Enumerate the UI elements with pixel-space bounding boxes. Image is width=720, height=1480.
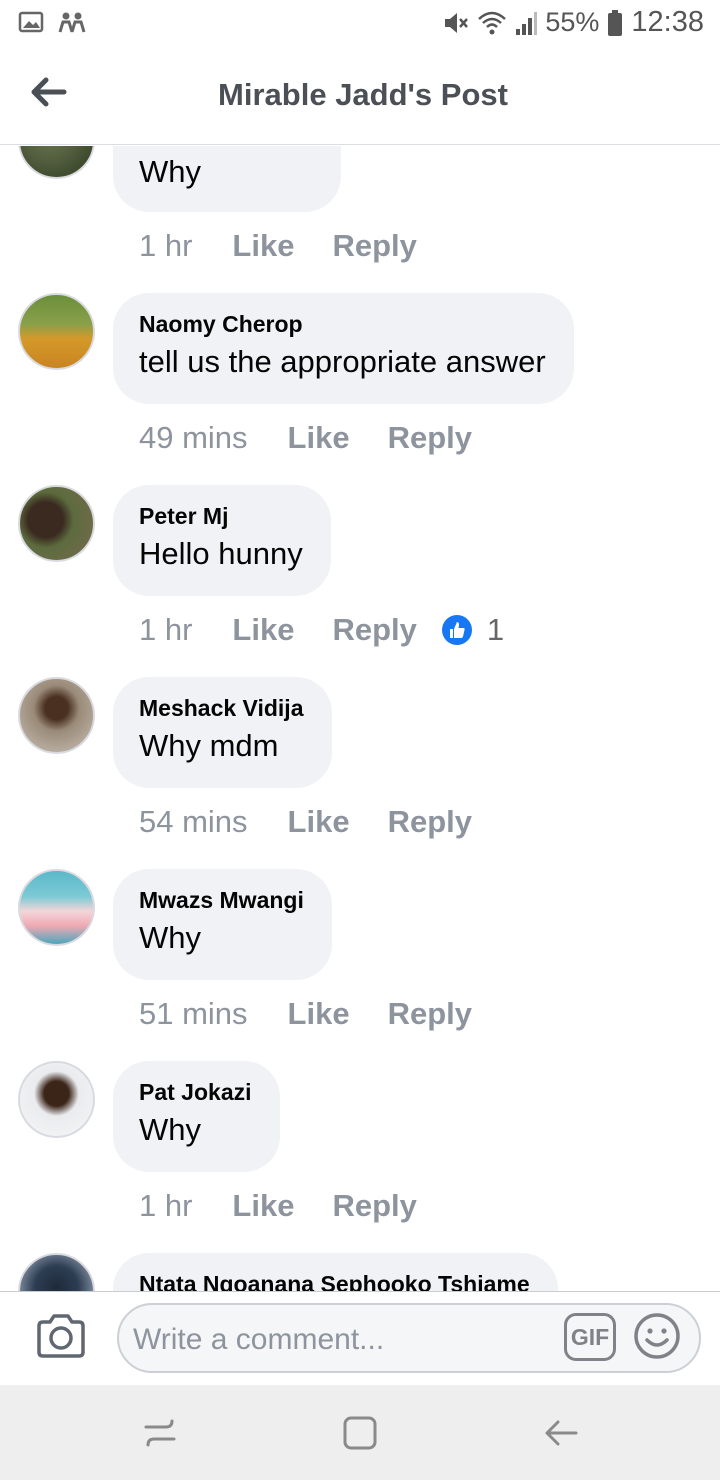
comment-bubble[interactable]: Naomy Cherop tell us the appropriate ans… [113, 293, 574, 404]
comment-author[interactable]: Naomy Cherop [139, 311, 546, 338]
signal-icon [516, 11, 538, 35]
comment-time: 1 hr [139, 228, 193, 263]
comment-author[interactable]: Meshack Vidija [139, 695, 304, 722]
like-button[interactable]: Like [232, 612, 294, 648]
home-icon [343, 1416, 377, 1450]
comment-actions: 1 hr Like Reply 1 [139, 612, 504, 648]
reaction-count: 1 [486, 612, 505, 647]
status-left [18, 10, 86, 34]
thumbs-up-icon [441, 615, 472, 645]
comment-placeholder: Write a comment... [133, 1323, 385, 1356]
gif-button[interactable]: GIF [564, 1313, 616, 1361]
avatar[interactable] [18, 1061, 95, 1138]
reply-button[interactable]: Reply [332, 228, 416, 264]
like-button[interactable]: Like [288, 420, 350, 456]
comment-list: Why 1 hr Like Reply Naomy Cherop tell us… [0, 146, 720, 1291]
gallery-icon [18, 11, 44, 33]
reply-button[interactable]: Reply [388, 996, 472, 1032]
reply-button[interactable]: Reply [332, 1188, 416, 1224]
camera-button[interactable] [34, 1312, 88, 1360]
comment-text: Why mdm [139, 728, 279, 763]
avatar[interactable] [18, 485, 95, 562]
comment-text: tell us the appropriate answer [139, 344, 546, 379]
comment-bubble[interactable]: Meshack Vidija Why mdm [113, 677, 332, 788]
reply-button[interactable]: Reply [332, 612, 416, 648]
comment-bubble[interactable]: Ntata Ngoanana Sephooko Tshiame [113, 1253, 558, 1291]
comment-text: Why [139, 920, 201, 955]
comment-bubble[interactable]: Mwazs Mwangi Why [113, 869, 332, 980]
comment-author[interactable]: Pat Jokazi [139, 1079, 252, 1106]
page-title: Mirable Jadd's Post [218, 77, 508, 112]
reaction-summary[interactable]: 1 [441, 612, 504, 648]
comment-actions: 1 hr Like Reply [139, 1188, 417, 1224]
like-button[interactable]: Like [232, 228, 294, 264]
status-right: 55% 12:38 [441, 6, 704, 39]
avatar[interactable] [18, 1253, 95, 1291]
comment-actions: 51 mins Like Reply [139, 996, 472, 1032]
mute-icon [445, 12, 469, 33]
comment-time: 54 mins [139, 804, 248, 839]
comment-actions: 49 mins Like Reply [139, 420, 472, 456]
clock: 12:38 [631, 6, 704, 38]
people-icon [58, 12, 86, 33]
avatar[interactable] [18, 146, 95, 179]
comment-bubble[interactable]: Peter Mj Hello hunny [113, 485, 331, 596]
reply-button[interactable]: Reply [388, 420, 472, 456]
battery-icon [608, 9, 623, 36]
like-button[interactable]: Like [288, 804, 350, 840]
like-button[interactable]: Like [232, 1188, 294, 1224]
app-bar: Mirable Jadd's Post [0, 50, 720, 145]
comment-text: Why [139, 1112, 201, 1147]
comment-author[interactable]: Ntata Ngoanana Sephooko Tshiame [139, 1271, 530, 1291]
recent-apps-icon [144, 1419, 176, 1447]
comment-time: 49 mins [139, 420, 248, 455]
home-button[interactable] [340, 1413, 380, 1453]
comment-bubble[interactable]: Pat Jokazi Why [113, 1061, 280, 1172]
system-nav-bar [0, 1385, 720, 1480]
reply-button[interactable]: Reply [388, 804, 472, 840]
comment-actions: 1 hr Like Reply [139, 228, 417, 264]
camera-icon [37, 1314, 85, 1358]
comment-text: Hello hunny [139, 536, 303, 571]
comment-time: 1 hr [139, 612, 193, 647]
comment-input[interactable]: Write a comment... GIF [117, 1303, 701, 1373]
smiley-icon [634, 1313, 680, 1359]
back-nav-button[interactable] [542, 1413, 582, 1453]
comment-author[interactable]: Peter Mj [139, 503, 303, 530]
avatar[interactable] [18, 677, 95, 754]
comment-bubble[interactable]: Why [113, 146, 341, 212]
comment-author[interactable]: Mwazs Mwangi [139, 887, 304, 914]
comment-actions: 54 mins Like Reply [139, 804, 472, 840]
emoji-button[interactable] [632, 1311, 682, 1361]
wifi-icon [478, 11, 507, 34]
status-bar: 55% 12:38 [0, 0, 720, 50]
avatar[interactable] [18, 869, 95, 946]
comment-text: Why [139, 154, 201, 189]
comment-composer: Write a comment... GIF [0, 1291, 720, 1385]
comment-time: 51 mins [139, 996, 248, 1031]
avatar[interactable] [18, 293, 95, 370]
back-arrow-icon [545, 1420, 578, 1446]
recent-apps-button[interactable] [140, 1413, 180, 1453]
like-button[interactable]: Like [288, 996, 350, 1032]
comment-time: 1 hr [139, 1188, 193, 1223]
battery-percent: 55% [545, 7, 600, 37]
